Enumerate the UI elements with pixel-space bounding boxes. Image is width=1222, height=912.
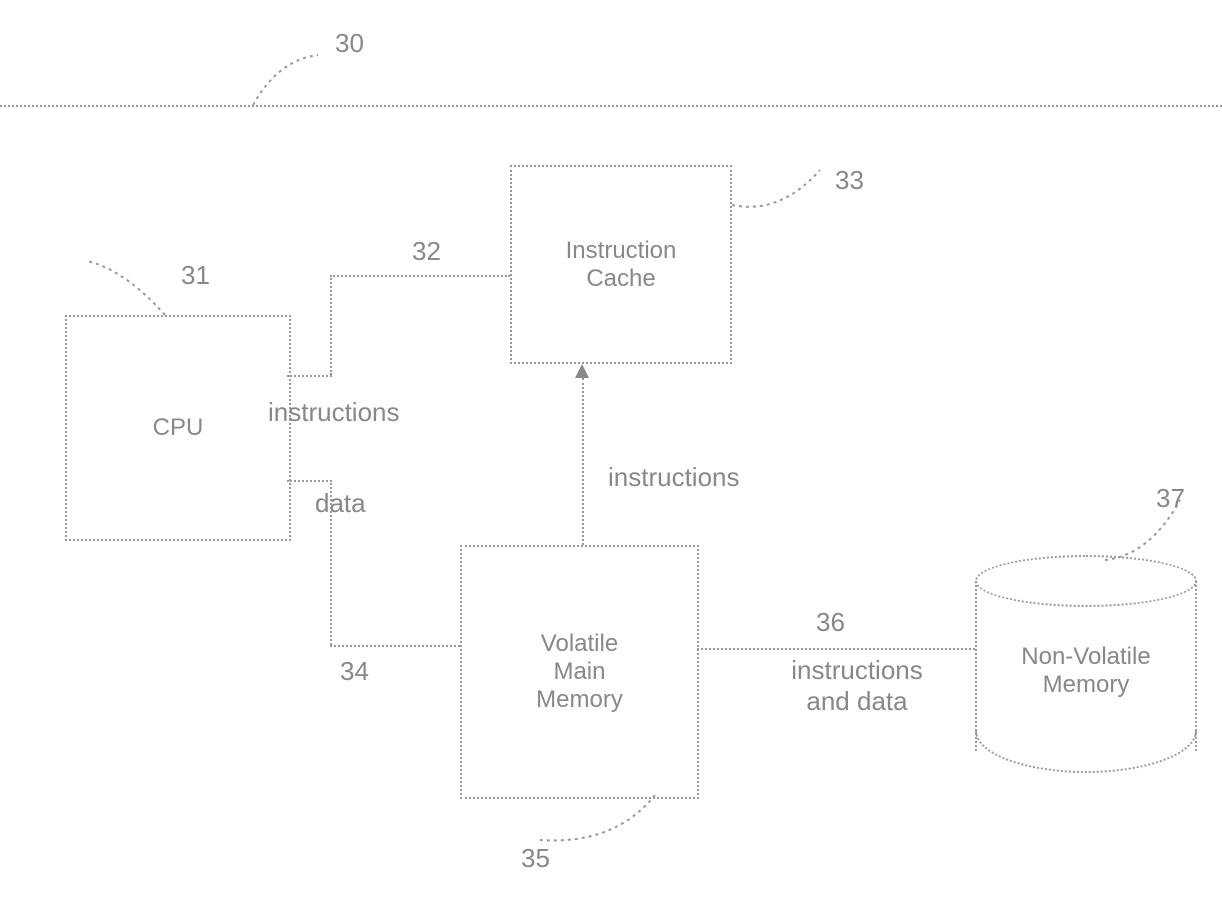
vmm-box: Volatile Main Memory: [460, 545, 699, 799]
edge-cpu-vmm-h1: [287, 480, 332, 482]
edge-vmm-nvm: [697, 648, 975, 650]
edge-cpu-vmm-h2: [330, 645, 460, 647]
leader-30: [248, 50, 328, 110]
edge-cpu-icache-label: instructions: [268, 397, 400, 428]
vmm-label: Volatile Main Memory: [536, 630, 623, 714]
ref-34: 34: [340, 656, 369, 687]
edge-cpu-vmm-label: data: [315, 488, 366, 519]
leader-33: [730, 165, 830, 225]
diagram-canvas: 30 CPU 31 Instruction Cache 33 Volatile …: [0, 0, 1222, 912]
cpu-box: CPU: [65, 315, 291, 541]
ref-37: 37: [1156, 483, 1185, 514]
ref-31: 31: [181, 260, 210, 291]
edge-cpu-icache-h2: [330, 275, 510, 277]
edge-cpu-icache-v: [330, 275, 332, 375]
nvm-label: Non-Volatile Memory: [1021, 643, 1150, 699]
edge-vmm-icache-label: instructions: [608, 462, 740, 493]
boundary-line: [0, 105, 1222, 107]
cpu-label: CPU: [153, 414, 204, 442]
leader-35: [535, 795, 665, 850]
edge-cpu-icache-h1: [287, 375, 332, 377]
ref-35: 35: [521, 843, 550, 874]
edge-vmm-icache-arrow: [575, 364, 589, 378]
ref-30: 30: [335, 28, 364, 59]
edge-vmm-icache: [582, 378, 584, 545]
icache-box: Instruction Cache: [510, 165, 732, 364]
ref-33: 33: [835, 165, 864, 196]
nvm-cylinder: Non-Volatile Memory: [975, 555, 1197, 770]
ref-36: 36: [816, 607, 845, 638]
leader-31: [85, 255, 175, 320]
edge-vmm-nvm-label: instructions and data: [767, 655, 947, 717]
icache-label: Instruction Cache: [566, 237, 677, 293]
ref-32: 32: [412, 236, 441, 267]
